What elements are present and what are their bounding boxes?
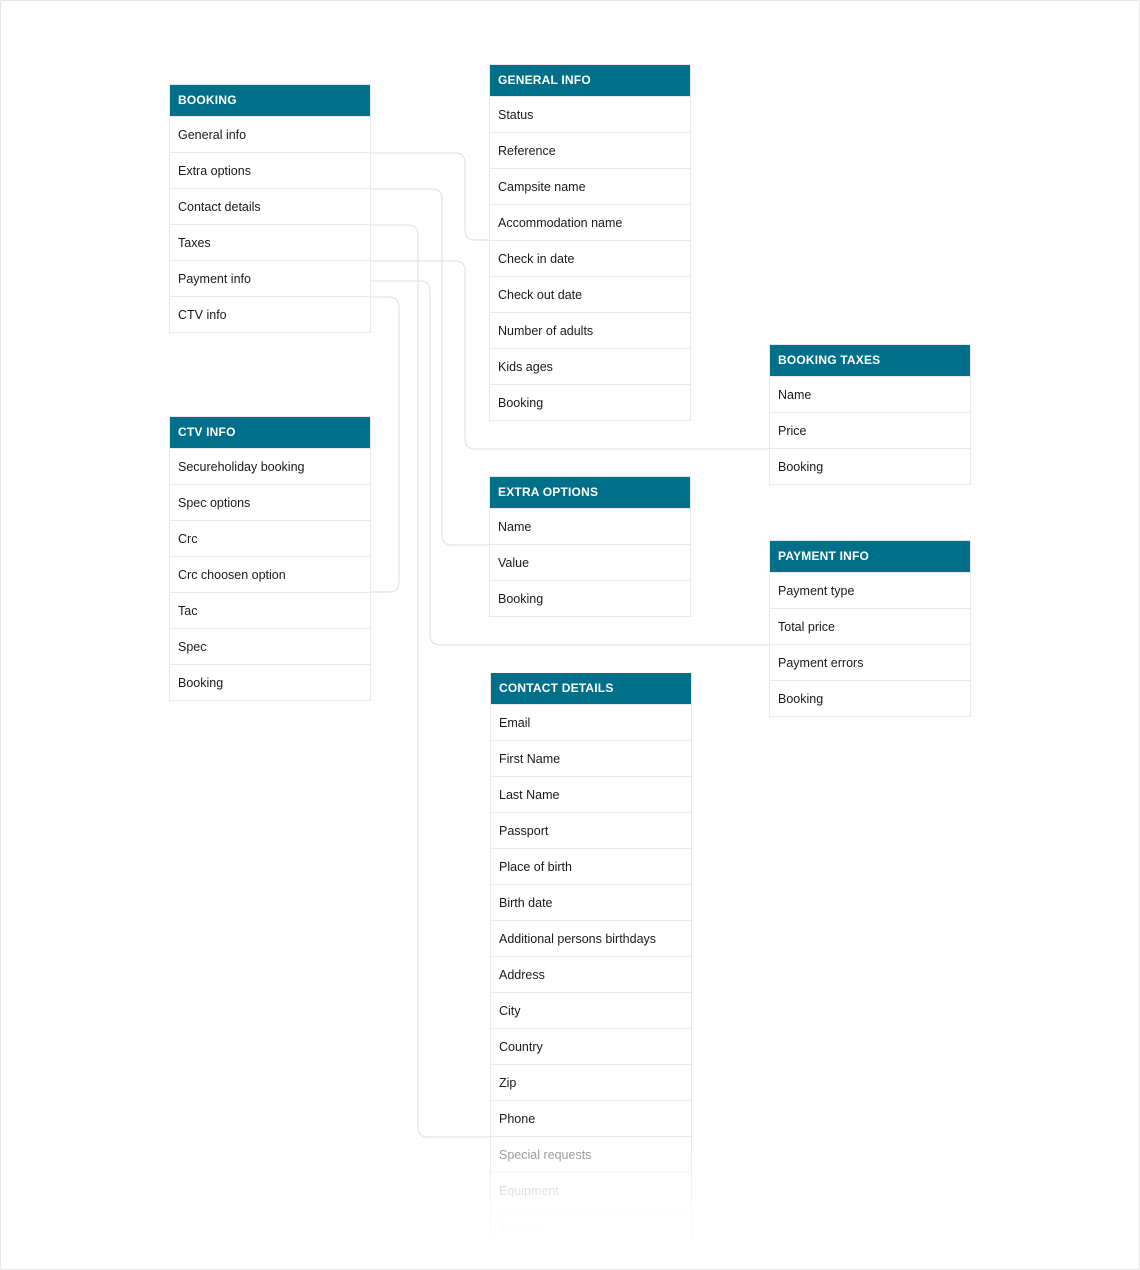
field-row[interactable]: Last Name <box>491 776 691 812</box>
field-row[interactable]: Country <box>491 1028 691 1064</box>
field-row[interactable]: Value <box>490 544 690 580</box>
field-row[interactable]: Kids ages <box>490 348 690 384</box>
field-row[interactable]: Secureholiday booking <box>170 448 370 484</box>
table-header-general-info: GENERAL INFO <box>490 65 690 96</box>
table-header-extra-options: EXTRA OPTIONS <box>490 477 690 508</box>
field-row[interactable]: City <box>491 992 691 1028</box>
field-row[interactable]: Payment info <box>170 260 370 296</box>
table-booking-taxes[interactable]: BOOKING TAXES Name Price Booking <box>770 345 970 484</box>
field-row[interactable]: Contact details <box>170 188 370 224</box>
field-row[interactable]: Payment type <box>770 572 970 608</box>
field-row[interactable]: Phone <box>491 1100 691 1136</box>
field-row[interactable]: Crc <box>170 520 370 556</box>
table-ctv-info[interactable]: CTV INFO Secureholiday booking Spec option… <box>170 417 370 700</box>
field-row[interactable]: Extra options <box>170 152 370 188</box>
table-extra-options[interactable]: EXTRA OPTIONS Name Value Booking <box>490 477 690 616</box>
relation-ctv-info <box>370 296 400 593</box>
field-row[interactable]: Additional persons birthdays <box>491 920 691 956</box>
field-row[interactable]: Booking <box>490 580 690 616</box>
field-row[interactable]: Zip <box>491 1064 691 1100</box>
field-row[interactable]: Campsite name <box>490 168 690 204</box>
table-header-booking-taxes: BOOKING TAXES <box>770 345 970 376</box>
field-row[interactable]: Email <box>491 704 691 740</box>
table-payment-info[interactable]: PAYMENT INFO Payment type Total price Payme… <box>770 541 970 716</box>
field-row[interactable]: Passport <box>491 812 691 848</box>
table-header-booking: BOOKING <box>170 85 370 116</box>
field-row[interactable]: Booking <box>491 1208 691 1244</box>
field-row[interactable]: Payment errors <box>770 644 970 680</box>
field-row[interactable]: General info <box>170 116 370 152</box>
table-header-contact-details: CONTACT DETAILS <box>491 673 691 704</box>
field-row[interactable]: Price <box>770 412 970 448</box>
field-row[interactable]: Number of adults <box>490 312 690 348</box>
field-row[interactable]: Name <box>770 376 970 412</box>
table-general-info[interactable]: GENERAL INFO Status Reference Campsite name… <box>490 65 690 420</box>
field-row[interactable]: Check in date <box>490 240 690 276</box>
field-row[interactable]: Name <box>490 508 690 544</box>
field-row[interactable]: Birth date <box>491 884 691 920</box>
field-row[interactable]: Special requests <box>491 1136 691 1172</box>
field-row[interactable]: First Name <box>491 740 691 776</box>
field-row[interactable]: Accommodation name <box>490 204 690 240</box>
table-contact-details[interactable]: CONTACT DETAILS Email First Name Last Name P… <box>490 673 692 1244</box>
field-row[interactable]: Booking <box>770 680 970 716</box>
field-row[interactable]: Total price <box>770 608 970 644</box>
field-row[interactable]: Status <box>490 96 690 132</box>
field-row[interactable]: Crc choosen option <box>170 556 370 592</box>
field-row[interactable]: Reference <box>490 132 690 168</box>
field-row[interactable]: Address <box>491 956 691 992</box>
table-booking[interactable]: BOOKING General info Extra options Contact … <box>170 85 370 332</box>
table-header-payment-info: PAYMENT INFO <box>770 541 970 572</box>
field-row[interactable]: Tac <box>170 592 370 628</box>
field-row[interactable]: Equipment <box>491 1172 691 1208</box>
field-row[interactable]: Booking <box>770 448 970 484</box>
field-row[interactable]: CTV info <box>170 296 370 332</box>
field-row[interactable]: Booking <box>170 664 370 700</box>
field-row[interactable]: Place of birth <box>491 848 691 884</box>
field-row[interactable]: Booking <box>490 384 690 420</box>
field-row[interactable]: Spec <box>170 628 370 664</box>
relation-general-info <box>370 152 490 241</box>
table-header-ctv-info: CTV INFO <box>170 417 370 448</box>
field-row[interactable]: Taxes <box>170 224 370 260</box>
field-row[interactable]: Spec options <box>170 484 370 520</box>
field-row[interactable]: Check out date <box>490 276 690 312</box>
